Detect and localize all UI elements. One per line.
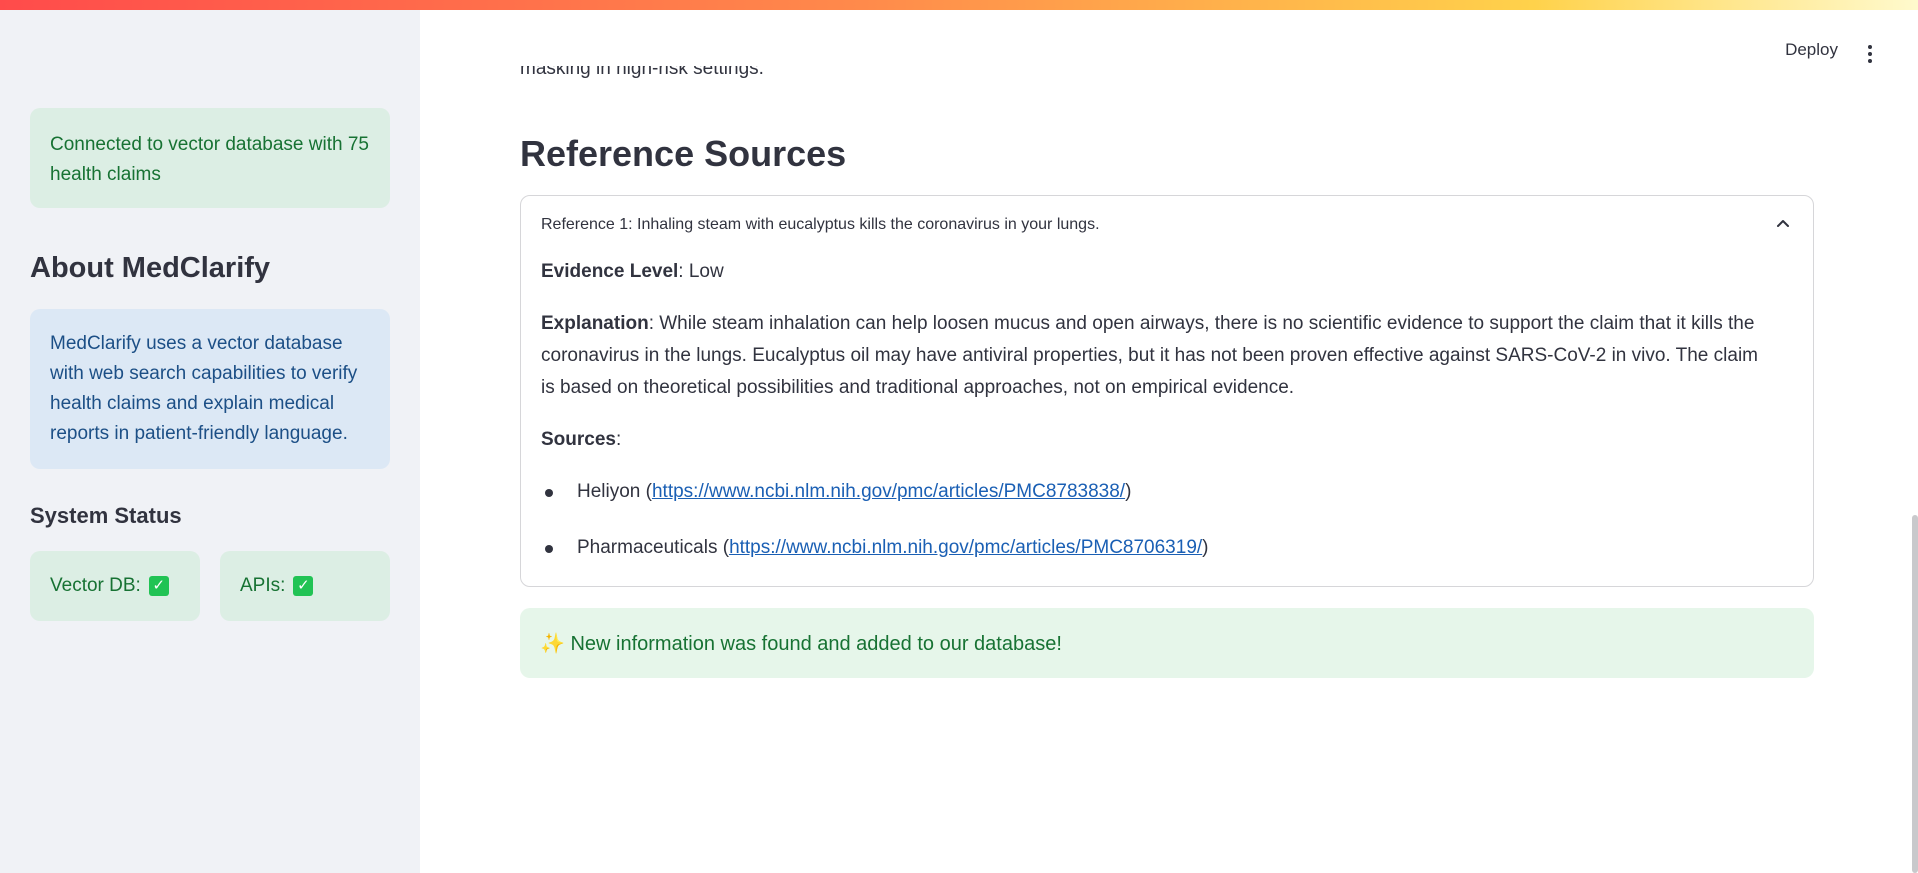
kebab-icon[interactable] (1860, 42, 1880, 66)
success-alert: ✨ New information was found and added to… (520, 608, 1814, 678)
apis-label: APIs: (240, 575, 286, 596)
source-link[interactable]: https://www.ncbi.nlm.nih.gov/pmc/article… (652, 481, 1125, 502)
deploy-button[interactable]: Deploy (1785, 40, 1838, 60)
vector-db-label: Vector DB: (50, 575, 141, 596)
scrollbar[interactable] (1912, 515, 1918, 873)
sources-list: Heliyon (https://www.ncbi.nlm.nih.gov/pm… (541, 476, 1773, 564)
top-decoration-bar (0, 0, 1918, 10)
vector-db-status: Vector DB: ✓ (30, 551, 200, 621)
source-link[interactable]: https://www.ncbi.nlm.nih.gov/pmc/article… (729, 537, 1202, 558)
reference-expander: Reference 1: Inhaling steam with eucalyp… (520, 195, 1814, 587)
expander-body: Evidence Level: Low Explanation: While s… (541, 256, 1773, 588)
db-status-text: Connected to vector database with 75 hea… (50, 134, 369, 185)
cut-off-text: masking in high-risk settings. (520, 66, 764, 79)
expander-header[interactable]: Reference 1: Inhaling steam with eucalyp… (541, 216, 1100, 234)
about-text: MedClarify uses a vector database with w… (50, 333, 358, 444)
check-icon: ✓ (148, 576, 169, 596)
sidebar: Connected to vector database with 75 hea… (0, 0, 420, 873)
system-status-heading: System Status (30, 503, 182, 528)
source-item: Pharmaceuticals (https://www.ncbi.nlm.ni… (541, 532, 1773, 564)
source-item: Heliyon (https://www.ncbi.nlm.nih.gov/pm… (541, 476, 1773, 508)
sources-heading: Sources: (541, 429, 622, 450)
chevron-up-icon[interactable] (1775, 216, 1791, 232)
success-message: ✨ New information was found and added to… (540, 632, 1062, 655)
about-info-box: MedClarify uses a vector database with w… (30, 309, 390, 469)
reference-sources-heading: Reference Sources (520, 133, 847, 174)
main-content: Deploy masking in high-risk settings. Re… (420, 0, 1918, 873)
db-status-alert: Connected to vector database with 75 hea… (30, 108, 390, 208)
about-heading: About MedClarify (30, 252, 271, 284)
evidence-level: Evidence Level: Low (541, 261, 724, 282)
explanation: Explanation: While steam inhalation can … (541, 313, 1758, 398)
apis-status: APIs: ✓ (220, 551, 390, 621)
check-icon: ✓ (293, 576, 314, 596)
